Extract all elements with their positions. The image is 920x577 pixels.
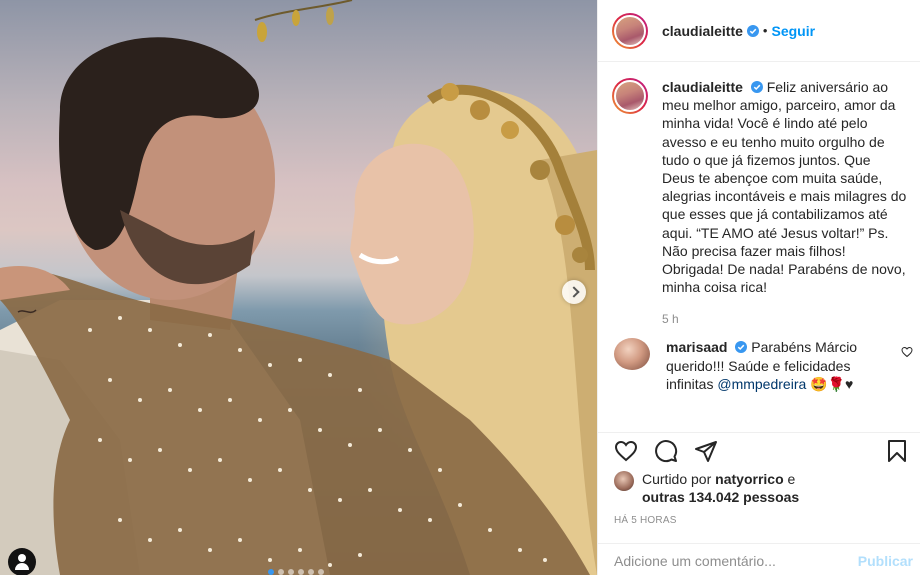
post-actions-section: Curtido por natyorrico e outras 134.042 …: [598, 432, 920, 577]
comment-icon[interactable]: [654, 439, 678, 463]
carousel-dot: [288, 569, 294, 575]
likes-text: Curtido por natyorrico e outras 134.042 …: [642, 470, 812, 506]
post-header: claudialeitte • Seguir: [598, 0, 920, 62]
action-bar: [614, 439, 909, 467]
likes-prefix: Curtido por: [642, 471, 712, 487]
carousel-dot: [318, 569, 324, 575]
commenter-avatar[interactable]: [614, 338, 650, 371]
commenter-username[interactable]: marisaad: [666, 339, 727, 355]
comment-input[interactable]: [614, 553, 834, 569]
caption-comment: claudialeitte Feliz aniversário ao meu m…: [612, 78, 912, 296]
caption-username[interactable]: claudialeitte: [662, 79, 743, 95]
share-icon[interactable]: [694, 439, 718, 463]
comment-like-heart-icon[interactable]: [901, 346, 913, 358]
comments-list: claudialeitte Feliz aniversário ao meu m…: [612, 78, 913, 393]
likes-summary: Curtido por natyorrico e outras 134.042 …: [614, 470, 812, 506]
couple-illustration: [0, 0, 597, 575]
caption-author-avatar[interactable]: [612, 78, 648, 114]
verified-badge-icon: [746, 24, 759, 37]
caption-timestamp[interactable]: 5 h: [662, 312, 912, 326]
post-timestamp[interactable]: HÁ 5 HORAS: [614, 515, 677, 526]
author-avatar[interactable]: [612, 12, 648, 49]
carousel-dot: [308, 569, 314, 575]
author-username[interactable]: claudialeitte: [662, 23, 743, 39]
post-photo[interactable]: [0, 0, 597, 575]
comment-mention[interactable]: @mmpedreira: [717, 376, 806, 392]
likes-count-link[interactable]: outras 134.042 pessoas: [642, 489, 799, 505]
carousel-dot: [268, 569, 274, 575]
carousel-next-button[interactable]: [562, 280, 586, 304]
likes-middle: e: [787, 471, 796, 487]
instagram-post-view: claudialeitte • Seguir claudialeitte Fel…: [0, 0, 920, 575]
carousel-dot: [298, 569, 304, 575]
add-comment-bar: Publicar: [598, 543, 920, 577]
separator-dot: •: [762, 23, 768, 38]
caption-body: claudialeitte Feliz aniversário ao meu m…: [662, 78, 907, 296]
publish-button[interactable]: Publicar: [858, 553, 913, 569]
verified-badge-icon: [750, 81, 763, 93]
post-side-panel: claudialeitte • Seguir claudialeitte Fel…: [597, 0, 920, 575]
caption-text: Feliz aniversário ao meu melhor amigo, p…: [662, 79, 907, 296]
comment-body: marisaad Parabéns Márcio querido!!! Saúd…: [666, 338, 891, 393]
carousel-indicator: [268, 569, 324, 575]
follow-button[interactable]: Seguir: [771, 23, 815, 39]
bookmark-icon[interactable]: [885, 439, 909, 463]
user-tag-icon[interactable]: [8, 548, 36, 575]
heart-icon[interactable]: [614, 439, 638, 463]
liker-avatar[interactable]: [614, 471, 634, 491]
comment-item: marisaad Parabéns Márcio querido!!! Saúd…: [612, 338, 913, 393]
verified-badge-icon: [735, 341, 748, 354]
liker-username[interactable]: natyorrico: [715, 471, 783, 487]
comment-emoji: 🤩🌹♥: [810, 375, 854, 392]
carousel-dot: [278, 569, 284, 575]
